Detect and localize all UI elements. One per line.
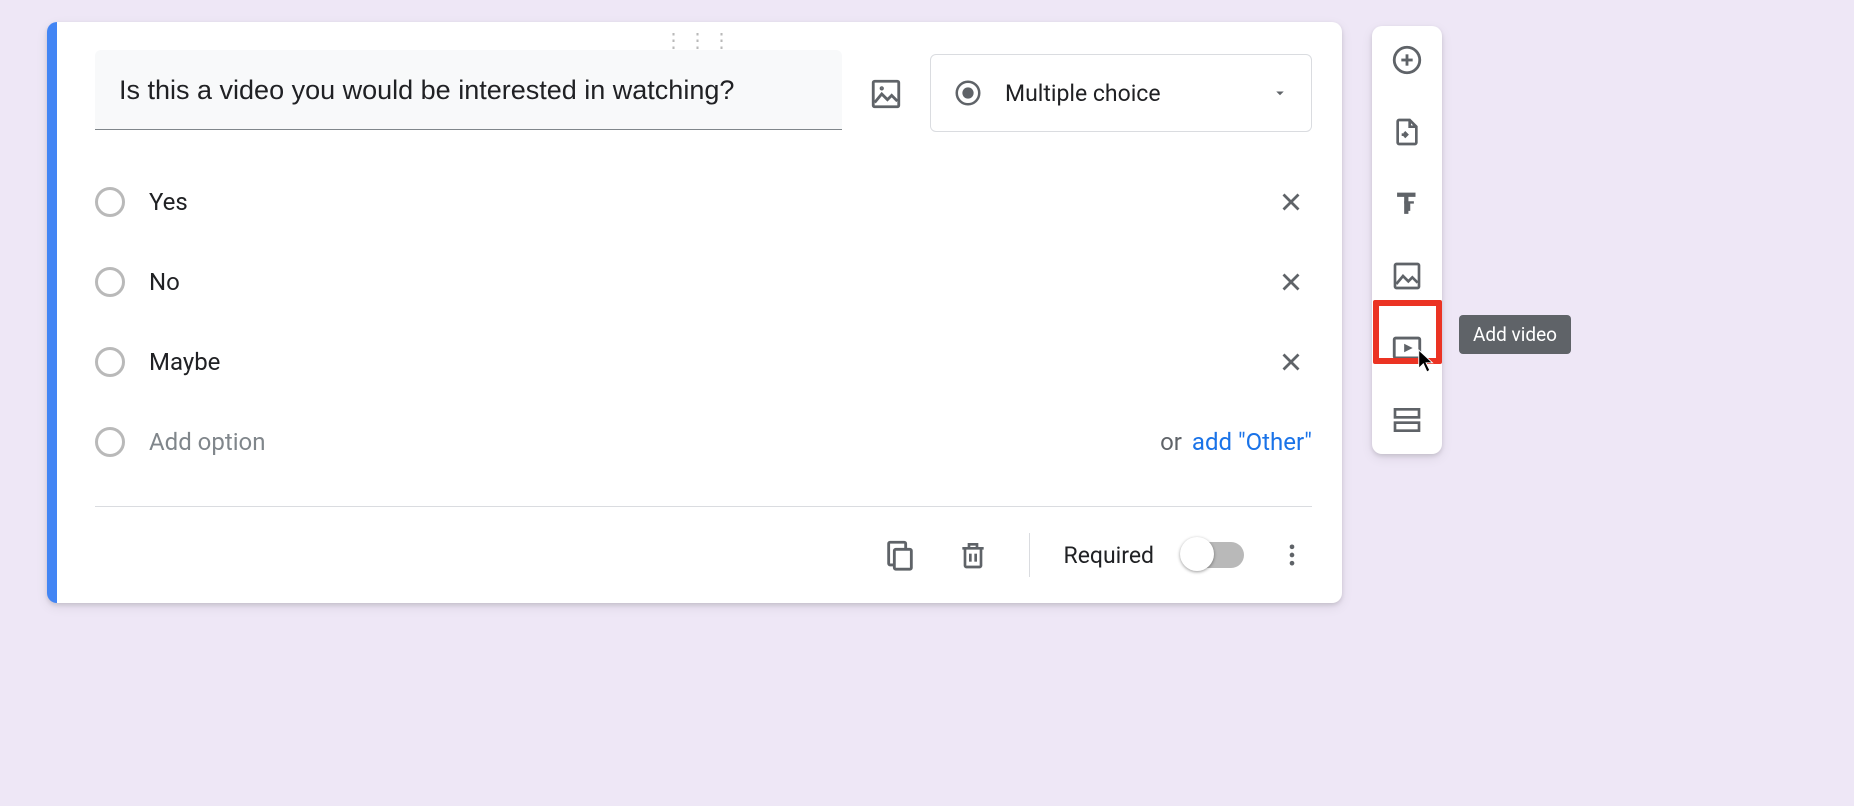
add-other-button[interactable]: add "Other"	[1192, 428, 1312, 456]
option-row[interactable]: Yes	[95, 172, 1312, 232]
question-footer: Required	[95, 525, 1312, 585]
import-questions-button[interactable]	[1387, 112, 1427, 152]
add-video-button[interactable]	[1387, 328, 1427, 368]
add-option-button[interactable]: Add option	[149, 428, 1150, 456]
remove-option-button[interactable]	[1270, 341, 1312, 383]
text-icon	[1390, 187, 1424, 221]
close-icon	[1276, 267, 1306, 297]
close-icon	[1276, 187, 1306, 217]
option-label[interactable]: Yes	[149, 188, 1270, 216]
option-row[interactable]: No	[95, 252, 1312, 312]
duplicate-button[interactable]	[877, 532, 923, 578]
add-image-to-question-button[interactable]	[862, 70, 910, 118]
tooltip: Add video	[1459, 315, 1571, 354]
divider	[95, 506, 1312, 507]
image-icon	[1391, 260, 1423, 292]
close-icon	[1276, 347, 1306, 377]
radio-placeholder-icon	[95, 427, 125, 457]
radio-placeholder-icon	[95, 347, 125, 377]
floating-toolbar	[1372, 26, 1442, 454]
option-label[interactable]: No	[149, 268, 1270, 296]
chevron-down-icon	[1271, 84, 1289, 102]
radio-placeholder-icon	[95, 187, 125, 217]
copy-icon	[883, 538, 917, 572]
required-toggle[interactable]	[1182, 542, 1244, 568]
add-title-button[interactable]	[1387, 184, 1427, 224]
plus-circle-icon	[1390, 43, 1424, 77]
trash-icon	[957, 539, 989, 571]
import-icon	[1391, 116, 1423, 148]
remove-option-button[interactable]	[1270, 261, 1312, 303]
radio-icon	[953, 78, 983, 108]
or-separator: or	[1160, 428, 1182, 456]
remove-option-button[interactable]	[1270, 181, 1312, 223]
option-label[interactable]: Maybe	[149, 348, 1270, 376]
delete-button[interactable]	[951, 533, 995, 577]
add-section-button[interactable]	[1387, 400, 1427, 440]
question-type-dropdown[interactable]: Multiple choice	[930, 54, 1312, 132]
option-row[interactable]: Maybe	[95, 332, 1312, 392]
divider	[1029, 533, 1030, 577]
question-type-label: Multiple choice	[1005, 80, 1271, 107]
section-icon	[1391, 404, 1423, 436]
image-icon	[869, 77, 903, 111]
add-question-button[interactable]	[1387, 40, 1427, 80]
drag-handle-icon[interactable]: ⋮⋮⋮	[664, 36, 736, 44]
video-icon	[1390, 331, 1424, 365]
add-option-row: Add option or add "Other"	[95, 412, 1312, 472]
more-vert-icon	[1278, 541, 1306, 569]
question-header: Multiple choice	[95, 50, 1312, 132]
more-options-button[interactable]	[1272, 535, 1312, 575]
radio-placeholder-icon	[95, 267, 125, 297]
question-title-field-wrap	[95, 50, 842, 130]
question-title-input[interactable]	[117, 74, 822, 107]
required-label: Required	[1064, 542, 1154, 569]
options-list: Yes No Maybe Add option or add "Other"	[95, 172, 1312, 472]
question-card: ⋮⋮⋮ Multiple choice	[47, 22, 1342, 603]
add-image-button[interactable]	[1387, 256, 1427, 296]
